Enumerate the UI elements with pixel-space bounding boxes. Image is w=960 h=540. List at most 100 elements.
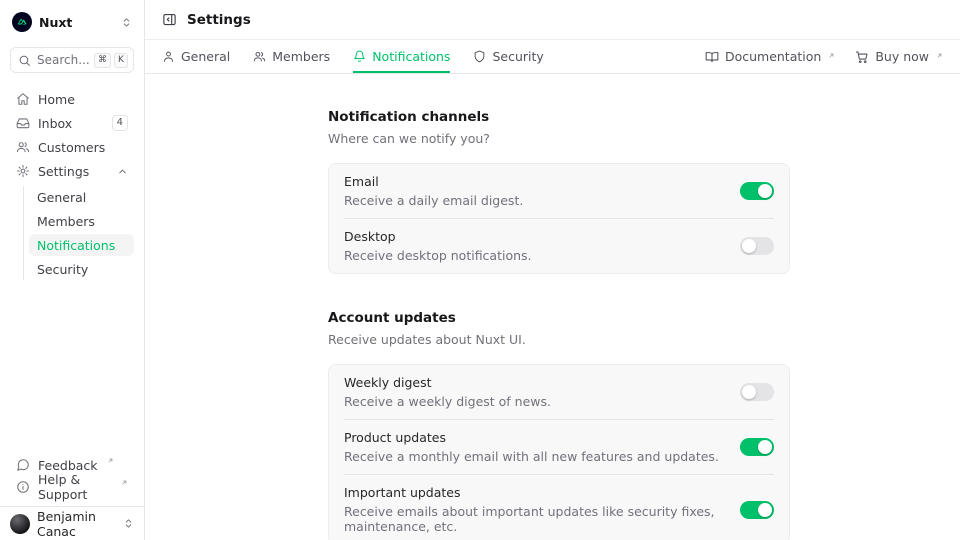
row-text: Email Receive a daily email digest. xyxy=(344,174,523,208)
product-updates-row: Product updates Receive a monthly email … xyxy=(329,420,789,474)
sub-item-label: Members xyxy=(37,214,95,229)
search-input[interactable]: ⌘ K xyxy=(10,47,134,73)
external-link-icon xyxy=(936,52,943,59)
tab-members[interactable]: Members xyxy=(253,40,330,73)
important-updates-row: Important updates Receive emails about i… xyxy=(329,475,789,540)
info-circle-icon xyxy=(16,480,30,494)
desktop-toggle[interactable] xyxy=(740,237,774,255)
sidebar-item-customers[interactable]: Customers xyxy=(10,136,134,158)
external-link-icon xyxy=(107,457,114,464)
sidebar-item-security[interactable]: Security xyxy=(29,258,134,280)
search-shortcut: ⌘ K xyxy=(94,53,128,68)
chevron-up-icon xyxy=(117,166,128,177)
sidebar: Nuxt ⌘ K Home Inbox 4 xyxy=(0,0,145,540)
sidebar-item-label: Home xyxy=(38,92,75,107)
kbd-cmd: ⌘ xyxy=(94,53,111,68)
buy-now-label: Buy now xyxy=(875,49,929,64)
account-updates-section: Account updates Receive updates about Nu… xyxy=(328,310,790,540)
sidebar-item-label: Inbox xyxy=(38,116,72,131)
panel-collapse-icon[interactable] xyxy=(162,12,177,27)
settings-subnav: General Members Notifications Security xyxy=(23,186,134,280)
section-subtitle: Receive updates about Nuxt UI. xyxy=(328,332,790,347)
search-field[interactable] xyxy=(37,53,93,67)
inbox-icon xyxy=(16,116,30,130)
external-link-icon xyxy=(828,52,835,59)
row-label: Email xyxy=(344,174,523,189)
sidebar-item-members[interactable]: Members xyxy=(29,210,134,232)
row-label: Weekly digest xyxy=(344,375,551,390)
tab-bar: General Members Notifications Security xyxy=(145,40,960,74)
row-label: Product updates xyxy=(344,430,719,445)
settings-content: Notification channels Where can we notif… xyxy=(145,74,960,540)
user-name: Benjamin Canac xyxy=(37,509,116,539)
chevron-updown-icon xyxy=(121,17,132,28)
row-description: Receive emails about important updates l… xyxy=(344,504,740,534)
section-title: Notification channels xyxy=(328,109,790,125)
user-menu[interactable]: Benjamin Canac xyxy=(0,506,144,540)
documentation-label: Documentation xyxy=(725,49,821,64)
help-support-label: Help & Support xyxy=(38,472,112,502)
product-updates-toggle[interactable] xyxy=(740,438,774,456)
user-icon xyxy=(162,50,175,63)
tab-general[interactable]: General xyxy=(162,40,230,73)
sub-item-label: General xyxy=(37,190,86,205)
workspace-selector[interactable]: Nuxt xyxy=(10,10,134,34)
sidebar-item-label: Settings xyxy=(38,164,89,179)
tab-notifications[interactable]: Notifications xyxy=(353,40,450,73)
important-updates-toggle[interactable] xyxy=(740,501,774,519)
help-support-link[interactable]: Help & Support xyxy=(10,476,134,498)
tab-label: Members xyxy=(272,49,330,64)
email-toggle[interactable] xyxy=(740,182,774,200)
documentation-button[interactable]: Documentation xyxy=(705,49,835,64)
desktop-row: Desktop Receive desktop notifications. xyxy=(329,219,789,273)
chat-bubble-icon xyxy=(16,458,30,472)
sidebar-item-home[interactable]: Home xyxy=(10,88,134,110)
row-text: Desktop Receive desktop notifications. xyxy=(344,229,532,263)
section-title: Account updates xyxy=(328,310,790,326)
tab-actions: Documentation Buy now xyxy=(705,49,943,64)
sidebar-item-general[interactable]: General xyxy=(29,186,134,208)
feedback-label: Feedback xyxy=(38,458,98,473)
sidebar-item-inbox[interactable]: Inbox 4 xyxy=(10,112,134,134)
nuxt-logo-icon xyxy=(12,12,32,32)
workspace-name: Nuxt xyxy=(39,15,72,30)
weekly-digest-toggle[interactable] xyxy=(740,383,774,401)
row-label: Desktop xyxy=(344,229,532,244)
row-label: Important updates xyxy=(344,485,740,500)
row-description: Receive a weekly digest of news. xyxy=(344,394,551,409)
kbd-k: K xyxy=(114,53,128,68)
inbox-count-badge: 4 xyxy=(112,115,128,131)
sidebar-item-notifications[interactable]: Notifications xyxy=(29,234,134,256)
buy-now-button[interactable]: Buy now xyxy=(855,49,943,64)
section-subtitle: Where can we notify you? xyxy=(328,131,790,146)
email-row: Email Receive a daily email digest. xyxy=(329,164,789,218)
row-text: Important updates Receive emails about i… xyxy=(344,485,740,534)
row-text: Weekly digest Receive a weekly digest of… xyxy=(344,375,551,409)
tab-label: Security xyxy=(492,49,543,64)
cart-icon xyxy=(855,50,869,64)
notification-channels-card: Email Receive a daily email digest. Desk… xyxy=(328,163,790,274)
page-title: Settings xyxy=(187,12,251,28)
users-icon xyxy=(253,50,266,63)
tab-label: General xyxy=(181,49,230,64)
sidebar-nav: Home Inbox 4 Customers Settings xyxy=(10,88,134,280)
bell-icon xyxy=(353,50,366,63)
tab-label: Notifications xyxy=(372,49,450,64)
row-description: Receive a daily email digest. xyxy=(344,193,523,208)
row-description: Receive a monthly email with all new fea… xyxy=(344,449,719,464)
chevron-updown-icon xyxy=(123,518,134,529)
main-panel: Settings General Members Notifications S… xyxy=(145,0,960,540)
external-link-icon xyxy=(121,479,128,486)
shield-icon xyxy=(473,50,486,63)
row-description: Receive desktop notifications. xyxy=(344,248,532,263)
weekly-digest-row: Weekly digest Receive a weekly digest of… xyxy=(329,365,789,419)
home-icon xyxy=(16,92,30,106)
account-updates-card: Weekly digest Receive a weekly digest of… xyxy=(328,364,790,540)
tab-security[interactable]: Security xyxy=(473,40,543,73)
users-icon xyxy=(16,140,30,154)
sub-item-label: Security xyxy=(37,262,88,277)
sidebar-item-label: Customers xyxy=(38,140,105,155)
row-text: Product updates Receive a monthly email … xyxy=(344,430,719,464)
sidebar-item-settings[interactable]: Settings xyxy=(10,160,134,182)
search-icon xyxy=(18,54,31,67)
